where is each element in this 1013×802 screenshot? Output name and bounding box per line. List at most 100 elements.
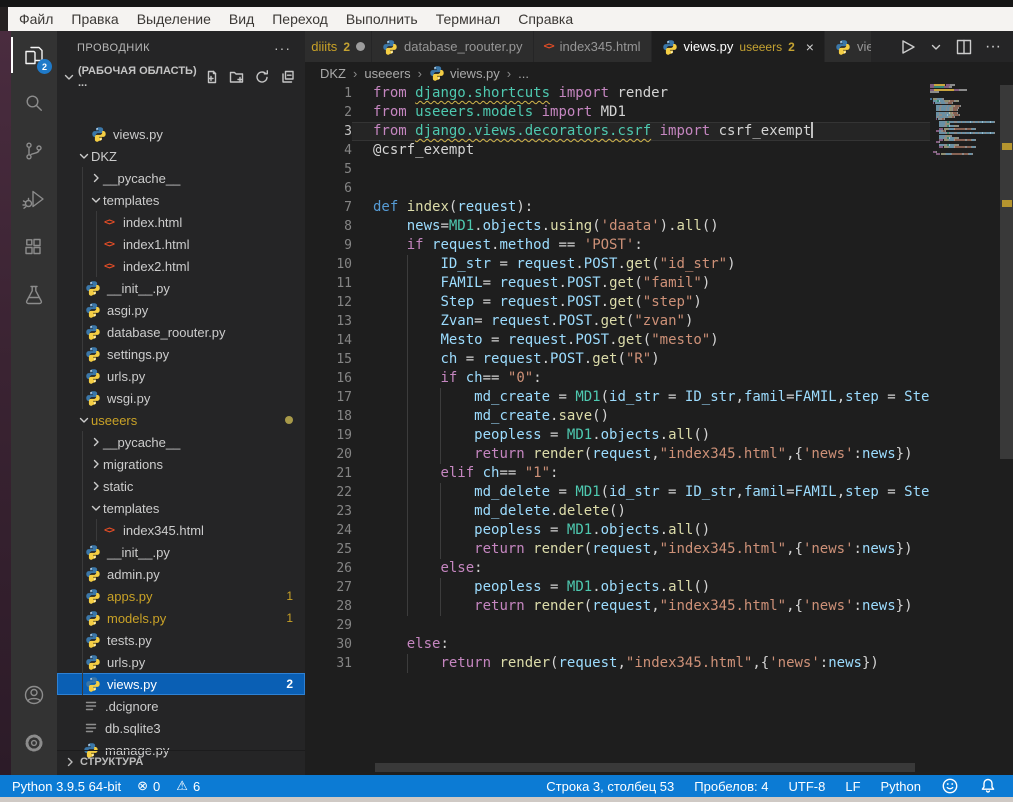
tree-file-index-html[interactable]: <>index.html [57,211,305,233]
menu-4[interactable]: Вид [220,11,263,27]
py-file-icon [85,610,101,626]
more-actions-button[interactable]: ··· [985,38,1001,56]
tree-file-index1-html[interactable]: <>index1.html [57,233,305,255]
tab-database-roouter-py[interactable]: database_roouter.py [372,31,534,62]
code-line-2: 2from useeers.models import MD1 [305,103,930,122]
tree-file-asgi-py[interactable]: asgi.py [57,299,305,321]
menu-6[interactable]: Выполнить [337,11,427,27]
tree-folder-migrations[interactable]: migrations [57,453,305,475]
sidebar-more-actions[interactable]: ··· [274,40,291,56]
status-right-1[interactable]: Пробелов: 4 [686,779,776,794]
tree-folder--pycache-[interactable]: __pycache__ [57,167,305,189]
tree-file-models-py[interactable]: models.py1 [57,607,305,629]
menu-3[interactable]: Выделение [128,11,220,27]
tab-views-py[interactable]: views.pyuseeers2× [652,31,825,62]
chevron-right-icon [89,435,103,449]
breadcrumb-label: DKZ [320,66,346,81]
tree-folder-static[interactable]: static [57,475,305,497]
tree-folder-templates[interactable]: templates [57,497,305,519]
tree-file-views-py[interactable]: views.py [57,123,305,145]
minimap[interactable] [930,84,1000,155]
vertical-scrollbar[interactable] [1000,84,1013,775]
status-left-1[interactable]: ⊗0 [129,778,168,794]
tab-diiits[interactable]: diiits2 [305,31,372,62]
status-right-2[interactable]: UTF-8 [781,779,834,794]
status-label: Строка 3, столбец 53 [546,779,674,794]
tree-file-tests-py[interactable]: tests.py [57,629,305,651]
tree-file-wsgi-py[interactable]: wsgi.py [57,387,305,409]
tree-file-urls-py[interactable]: urls.py [57,365,305,387]
tab-index345-html[interactable]: <>index345.html [534,31,652,62]
activity-search[interactable] [11,79,57,127]
horizontal-scrollbar-slider[interactable] [375,763,915,772]
indent-guide [440,483,441,502]
tree-file-index2-html[interactable]: <>index2.html [57,255,305,277]
menu-7[interactable]: Терминал [427,11,509,27]
tree-folder--pycache-[interactable]: __pycache__ [57,431,305,453]
tree-folder-templates[interactable]: templates [57,189,305,211]
py-icon [85,654,101,670]
workspace-section-header[interactable]: (РАБОЧАЯ ОБЛАСТЬ) ... [57,65,305,89]
split-editor-button[interactable] [955,38,973,56]
menu-5[interactable]: Переход [263,11,337,27]
menu-8[interactable]: Справка [509,11,582,27]
close-icon[interactable]: × [806,39,814,55]
status-left-2[interactable]: ⚠6 [168,778,208,794]
tree-file--init-py[interactable]: __init__.py [57,541,305,563]
menu-2[interactable]: Правка [62,11,127,27]
breadcrumb-separator: › [507,66,511,81]
collapse-all-button[interactable] [279,69,295,85]
tree-file-settings-py[interactable]: settings.py [57,343,305,365]
tree-item-label: index2.html [123,259,189,274]
tree-file-admin-py[interactable]: admin.py [57,563,305,585]
code-area[interactable]: 1from django.shortcuts import render2fro… [305,84,930,673]
breadcrumb-item[interactable]: views.py [429,65,500,81]
new-folder-button[interactable] [229,69,245,85]
tree-file-index345-html[interactable]: <>index345.html [57,519,305,541]
line-text: md_create = MD1(id_str = ID_str,famil=FA… [352,388,930,407]
line-number: 19 [305,426,352,445]
status-right-5[interactable] [933,777,967,795]
tree-file-urls-py[interactable]: urls.py [57,651,305,673]
py-file-icon [85,302,101,318]
indent-guide [440,407,441,426]
line-number: 3 [305,122,352,141]
activity-settings[interactable] [11,719,57,767]
tree-folder-useeers[interactable]: useeers [57,409,305,431]
tree-file--init-py[interactable]: __init__.py [57,277,305,299]
code-line-11: 11 FAMIL= request.POST.get("famil") [305,274,930,293]
tree-file-db-sqlite3[interactable]: db.sqlite3 [57,717,305,739]
breadcrumb-item[interactable]: ... [518,66,529,81]
outline-section-header[interactable]: СТРУКТУРА [57,751,305,773]
vertical-scrollbar-slider[interactable] [1000,85,1013,459]
tree-file--dcignore[interactable]: .dcignore [57,695,305,717]
line-text [352,179,930,198]
activity-source-control[interactable] [11,127,57,175]
tree-folder-dkz[interactable]: DKZ [57,145,305,167]
html-icon: <> [544,41,554,52]
activity-extensions[interactable] [11,223,57,271]
tree-item-label: __init__.py [107,281,170,296]
refresh-button[interactable] [254,69,270,85]
breadcrumb-item[interactable]: DKZ [320,66,346,81]
status-right-4[interactable]: Python [873,779,929,794]
status-right-3[interactable]: LF [837,779,868,794]
file-icon [83,698,99,714]
run-dropdown-button[interactable] [929,40,943,54]
horizontal-scrollbar[interactable] [305,763,1000,772]
status-right-0[interactable]: Строка 3, столбец 53 [538,779,682,794]
activity-testing[interactable] [11,271,57,319]
tree-file-apps-py[interactable]: apps.py1 [57,585,305,607]
tree-file-database-roouter-py[interactable]: database_roouter.py [57,321,305,343]
activity-explorer[interactable]: 2 [11,31,57,79]
breadcrumb-item[interactable]: useeers [364,66,410,81]
menu-1[interactable]: Файл [10,11,62,27]
status-right-6[interactable] [971,777,1005,795]
tree-file-views-py[interactable]: views.py2 [57,673,305,695]
activity-account[interactable] [11,671,57,719]
run-button[interactable] [897,37,917,57]
activity-run-debug[interactable] [11,175,57,223]
new-file-button[interactable] [204,69,220,85]
tab-vie[interactable]: vie [825,31,871,62]
status-left-0[interactable]: Python 3.9.5 64-bit [4,779,129,794]
